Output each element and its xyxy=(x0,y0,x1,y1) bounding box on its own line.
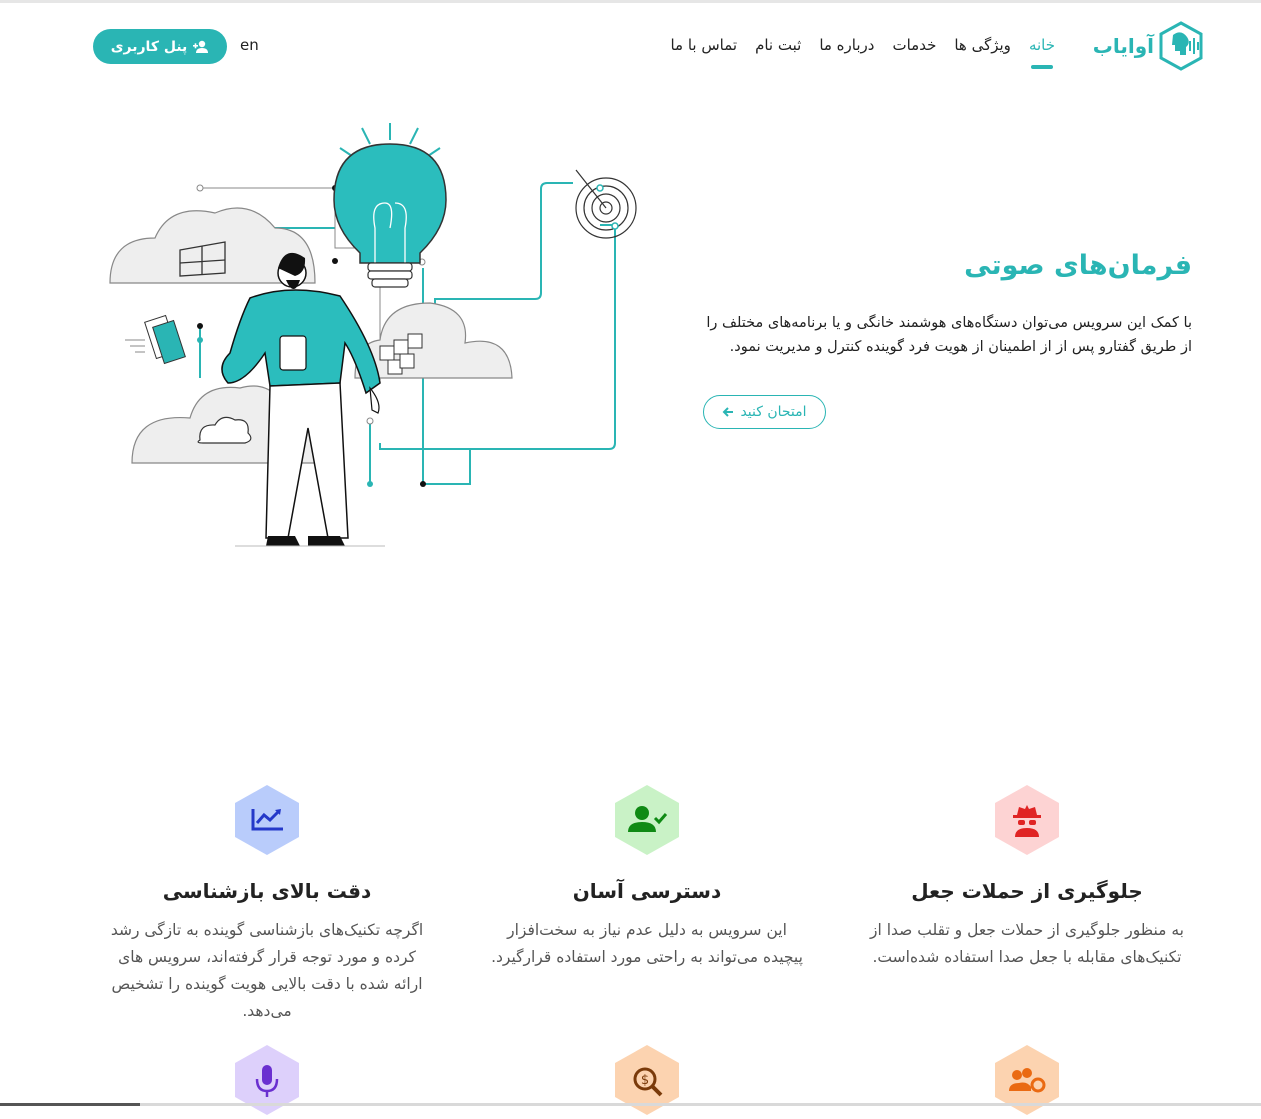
nav-features[interactable]: ویژگی ها xyxy=(945,36,1020,54)
svg-text:$: $ xyxy=(641,1073,649,1088)
feature-description: این سرویس به دلیل عدم نیاز به سخت‌افزار … xyxy=(491,921,803,966)
feature-title: دقت بالای بازشناسی xyxy=(162,879,372,903)
feature-title: دسترسی آسان xyxy=(572,879,722,903)
nav-about[interactable]: درباره ما xyxy=(810,36,883,54)
try-button-label: امتحان کنید xyxy=(740,404,807,420)
feature-title: جلوگیری از حملات جعل xyxy=(911,879,1143,903)
feature-description: اگرچه تکنیک‌های بازشناسی گوینده به تازگی… xyxy=(110,921,424,1020)
user-plus-icon xyxy=(193,40,209,53)
feature-easy-access: دسترسی آسان این سرویس به دلیل عدم نیاز ب… xyxy=(482,785,812,971)
user-panel-button[interactable]: پنل کاربری xyxy=(93,29,227,64)
user-check-icon xyxy=(628,806,668,832)
feature-hex xyxy=(235,785,299,855)
feature-anti-spoofing: جلوگیری از حملات جعل به منظور جلوگیری از… xyxy=(862,785,1192,971)
feature-hex xyxy=(615,785,679,855)
nav-register[interactable]: ثبت نام xyxy=(746,36,810,54)
main-nav: خانه ویژگی ها خدمات درباره ما ثبت نام تم… xyxy=(628,36,1064,69)
chart-line-icon xyxy=(251,809,283,831)
try-button[interactable]: امتحان کنید xyxy=(703,395,826,429)
feature-description: به منظور جلوگیری از حملات جعل و تقلب صدا… xyxy=(870,921,1184,966)
nav-contact[interactable]: تماس با ما xyxy=(661,36,746,54)
nav-services[interactable]: خدمات xyxy=(883,36,945,54)
feature-high-accuracy: دقت بالای بازشناسی اگرچه تکنیک‌های بازشن… xyxy=(102,785,432,1025)
arrow-left-icon xyxy=(723,407,734,417)
hero-illustration xyxy=(109,123,637,547)
feature-hex xyxy=(995,785,1059,855)
hero-title: فرمان‌های صوتی xyxy=(964,250,1192,281)
spy-icon xyxy=(1013,805,1041,837)
top-border xyxy=(0,0,1261,3)
logo[interactable]: آوایاب xyxy=(1088,20,1204,72)
user-panel-label: پنل کاربری xyxy=(110,38,188,55)
logo-icon xyxy=(1159,21,1203,71)
language-switch[interactable]: en xyxy=(240,36,259,54)
nav-home[interactable]: خانه xyxy=(1020,36,1064,69)
logo-text: آوایاب xyxy=(1092,34,1154,58)
hero-description: با کمک این سرویس می‌توان دستگاه‌های هوشم… xyxy=(706,315,1192,355)
